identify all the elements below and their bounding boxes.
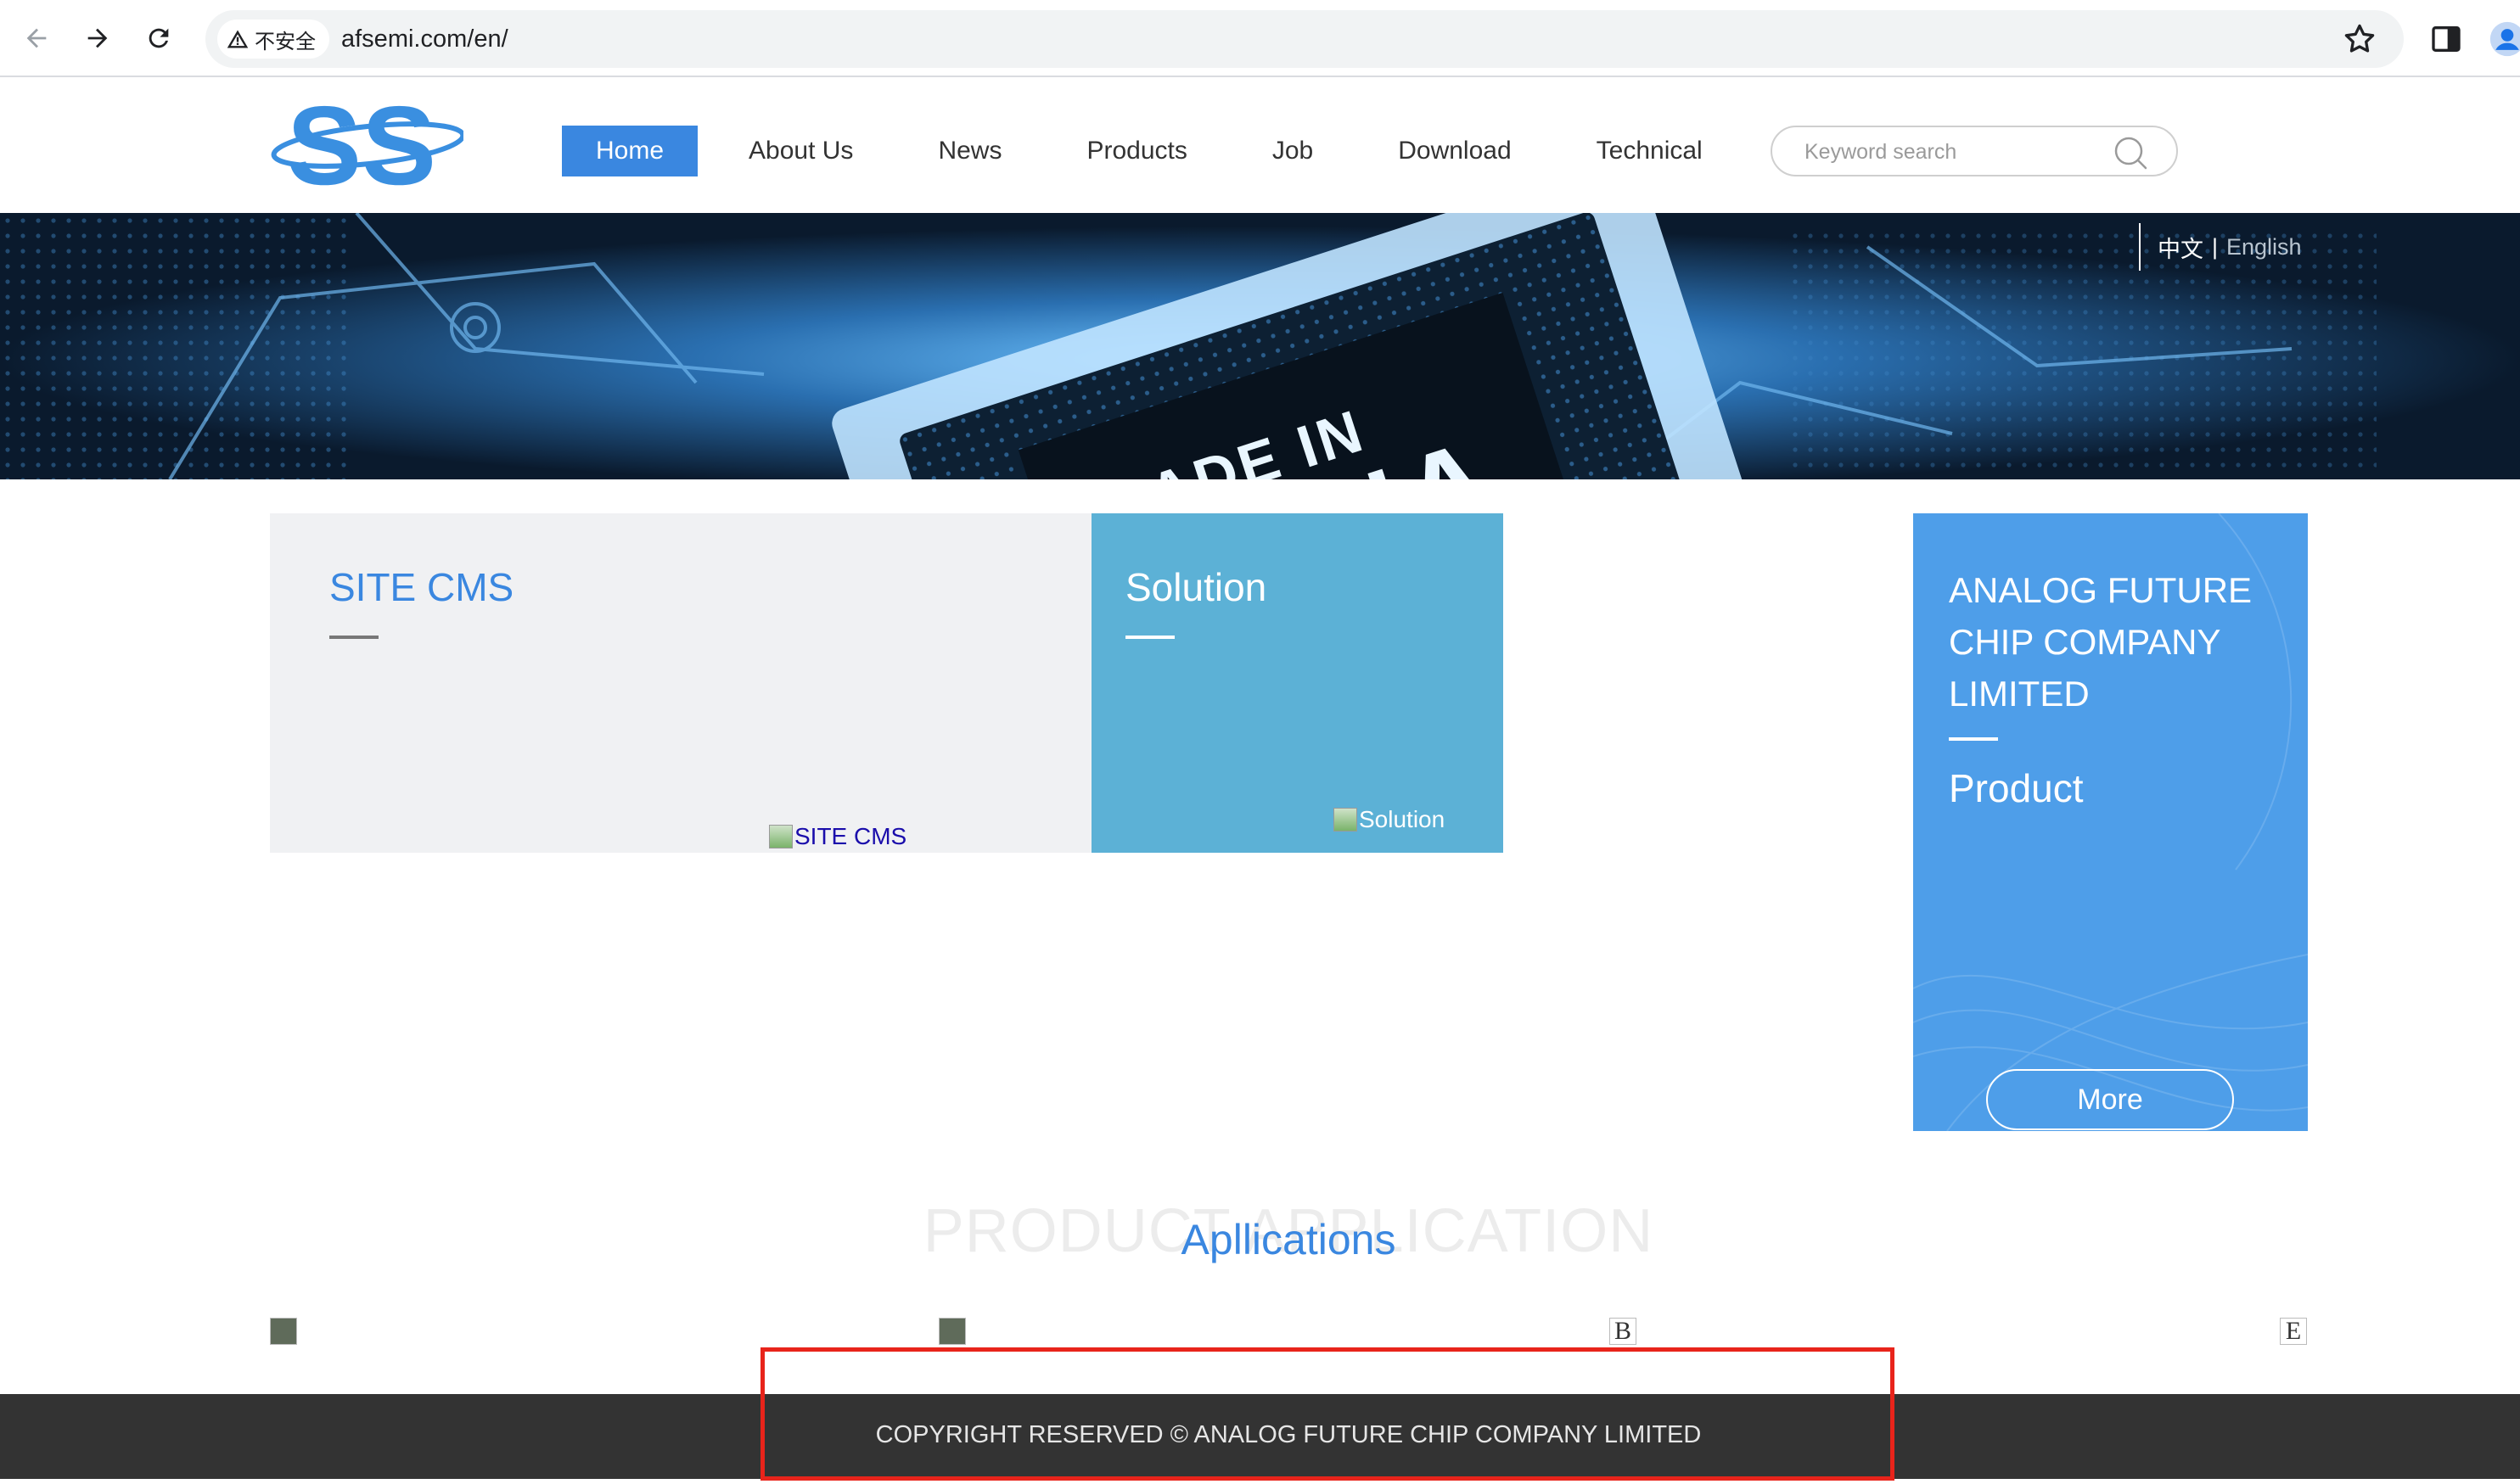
url-text[interactable]: afsemi.com/en/ xyxy=(341,25,508,53)
site-cms-image[interactable]: SITE CMS xyxy=(769,823,906,850)
reload-button[interactable] xyxy=(139,19,178,58)
title-underline xyxy=(329,636,379,639)
solution-card[interactable]: Solution Solution xyxy=(1092,513,1503,853)
reload-icon xyxy=(149,28,169,48)
broken-image-icon xyxy=(1333,808,1357,832)
forward-icon xyxy=(87,28,108,48)
lang-english-link[interactable]: English xyxy=(2226,234,2302,260)
site-cms-card[interactable]: SITE CMS SITE CMS xyxy=(270,513,1092,853)
security-indicator[interactable]: 不安全 xyxy=(217,20,329,59)
solution-title: Solution xyxy=(1125,565,1267,609)
nav-download[interactable]: Download xyxy=(1364,126,1545,176)
back-icon xyxy=(26,28,47,48)
site-header: SS Home About Us News Products Job Downl… xyxy=(0,79,2520,213)
nav-about-us[interactable]: About Us xyxy=(715,126,887,176)
nav-job[interactable]: Job xyxy=(1238,126,1347,176)
back-button[interactable] xyxy=(17,19,56,58)
title-underline xyxy=(1125,636,1175,639)
application-thumbnail[interactable]: E xyxy=(2280,1318,2307,1345)
broken-image-icon xyxy=(769,825,793,848)
profile-icon[interactable] xyxy=(2489,20,2520,58)
title-underline xyxy=(1949,737,1998,741)
application-thumbnail[interactable] xyxy=(270,1318,297,1345)
address-bar[interactable]: 不安全 afsemi.com/en/ xyxy=(205,10,2404,68)
copyright-text: COPYRIGHT RESERVED © ANALOG FUTURE CHIP … xyxy=(875,1421,1702,1448)
star-icon[interactable] xyxy=(2341,20,2378,58)
application-thumbnail[interactable] xyxy=(939,1318,966,1345)
search-box xyxy=(1771,126,2178,176)
application-thumbnail[interactable]: B xyxy=(1609,1318,1636,1345)
forward-button[interactable] xyxy=(78,19,117,58)
nav-home[interactable]: Home xyxy=(562,126,699,176)
language-switch: 中文 | English xyxy=(2139,223,2302,271)
applications-title: Apllications xyxy=(1181,1216,1396,1263)
security-label: 不安全 xyxy=(255,30,316,53)
company-product-label: Product xyxy=(1949,766,2084,810)
main-nav: Home About Us News Products Job Download… xyxy=(562,126,1754,176)
search-icon[interactable] xyxy=(2112,134,2149,171)
nav-products[interactable]: Products xyxy=(1052,126,1221,176)
nav-technical[interactable]: Technical xyxy=(1563,126,1737,176)
company-product-card: ANALOG FUTURE CHIP COMPANY LIMITED Produ… xyxy=(1913,513,2308,1131)
more-button[interactable]: More xyxy=(1986,1069,2234,1130)
site-footer: COPYRIGHT RESERVED © ANALOG FUTURE CHIP … xyxy=(0,1394,2520,1479)
nav-news[interactable]: News xyxy=(904,126,1036,176)
browser-toolbar: 不安全 afsemi.com/en/ xyxy=(0,0,2520,77)
lang-chinese-link[interactable]: 中文 xyxy=(2158,231,2203,264)
svg-text:SS: SS xyxy=(287,89,436,195)
warning-icon xyxy=(227,30,249,48)
company-name: ANALOG FUTURE CHIP COMPANY LIMITED xyxy=(1949,570,2253,714)
hero-banner: MADE IN CHINA 中文 | English xyxy=(0,213,2520,479)
search-input[interactable] xyxy=(1804,136,2110,168)
solution-image[interactable]: Solution xyxy=(1333,806,1445,833)
solution-image-alt: Solution xyxy=(1359,806,1445,832)
lang-separator: | xyxy=(2212,233,2219,260)
site-cms-title: SITE CMS xyxy=(329,565,514,609)
side-panel-icon[interactable] xyxy=(2429,22,2463,56)
site-logo[interactable]: SS xyxy=(268,83,466,208)
site-cms-image-alt: SITE CMS xyxy=(794,823,907,849)
